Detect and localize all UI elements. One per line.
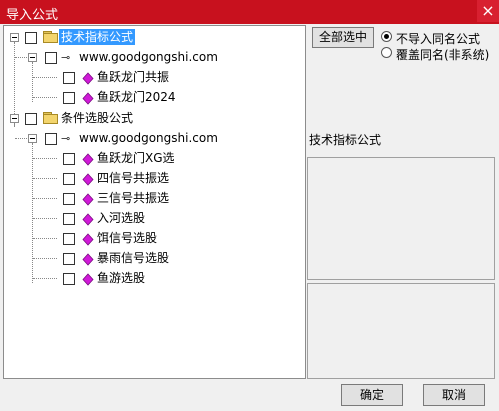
cancel-button[interactable]: 取消 [423,384,485,406]
close-button[interactable]: × [477,0,499,22]
tree-connector [14,123,15,127]
tree-connector [33,198,57,199]
formula-gem-icon [82,253,94,266]
node-checkbox[interactable] [25,113,37,125]
tree-node-label[interactable]: 鱼跃龙门共振 [95,69,171,85]
tree-connector [33,158,57,159]
node-checkbox[interactable] [63,193,75,205]
node-checkbox[interactable] [63,173,75,185]
tree-node-label[interactable]: www.goodgongshi.com [77,49,220,65]
node-checkbox[interactable] [63,153,75,165]
tree-connector [15,138,27,139]
close-icon: × [481,1,495,20]
tree-connector [33,278,57,279]
key-icon: ⊸ [61,51,71,64]
tree-node-label[interactable]: 鱼游选股 [95,270,147,286]
radio-button-checked[interactable] [381,31,392,42]
tree-connector [33,97,57,98]
tree-node-label[interactable]: 技术指标公式 [59,29,136,45]
key-icon: ⊸ [61,132,71,145]
formula-gem-icon [82,193,94,206]
tree-node-label[interactable]: 饵信号选股 [95,230,159,246]
tree-node-label[interactable]: 暴雨信号选股 [95,250,171,266]
formula-gem-icon [82,213,94,226]
tree-connector [33,178,57,179]
formula-gem-icon [82,153,94,166]
node-checkbox[interactable] [63,72,75,84]
tree-node-label[interactable]: 三信号共振选 [95,190,171,206]
collapse-toggle[interactable] [28,53,37,62]
tree-connector [33,258,57,259]
tree-node-label[interactable]: 鱼跃龙门2024 [95,89,178,105]
tree-connector [32,62,33,102]
node-checkbox[interactable] [63,253,75,265]
tree-connector [15,57,27,58]
node-checkbox[interactable] [63,233,75,245]
title-bar[interactable]: 导入公式 × [0,0,499,24]
node-checkbox[interactable] [63,92,75,104]
formula-gem-icon [82,72,94,85]
formula-gem-icon [82,173,94,186]
tree-connector [33,218,57,219]
node-checkbox[interactable] [45,133,57,145]
select-all-button[interactable]: 全部选中 [312,27,374,48]
collapse-toggle[interactable] [10,114,19,123]
window-title: 导入公式 [6,8,59,23]
import-formula-dialog: 导入公式 × 技术指标公式 ⊸ www.goodgongshi.com 鱼跃龙门… [0,0,499,411]
node-checkbox[interactable] [63,213,75,225]
node-checkbox[interactable] [45,52,57,64]
detail-panel [307,283,495,379]
radio-label: 覆盖同名(非系统) [396,48,490,62]
tree-node-label[interactable]: 鱼跃龙门XG选 [95,150,177,166]
formula-tree[interactable]: 技术指标公式 ⊸ www.goodgongshi.com 鱼跃龙门共振 鱼跃龙门… [3,25,306,379]
description-panel [307,157,495,280]
ok-button[interactable]: 确定 [341,384,403,406]
tree-connector [33,238,57,239]
tree-node-label[interactable]: www.goodgongshi.com [77,130,220,146]
tree-node-label[interactable]: 入河选股 [95,210,147,226]
collapse-toggle[interactable] [28,134,37,143]
collapse-toggle[interactable] [10,33,19,42]
tree-node-label[interactable]: 四信号共振选 [95,170,171,186]
tree-node-label[interactable]: 条件选股公式 [59,110,135,126]
selected-category-label: 技术指标公式 [309,133,382,147]
node-checkbox[interactable] [63,273,75,285]
formula-gem-icon [82,92,94,105]
folder-icon [43,31,59,43]
radio-label: 不导入同名公式 [396,32,481,46]
tree-connector [32,143,33,283]
tree-connector [33,77,57,78]
node-checkbox[interactable] [25,32,37,44]
folder-icon [43,112,59,124]
radio-button[interactable] [381,47,392,58]
formula-gem-icon [82,233,94,246]
formula-gem-icon [82,273,94,286]
